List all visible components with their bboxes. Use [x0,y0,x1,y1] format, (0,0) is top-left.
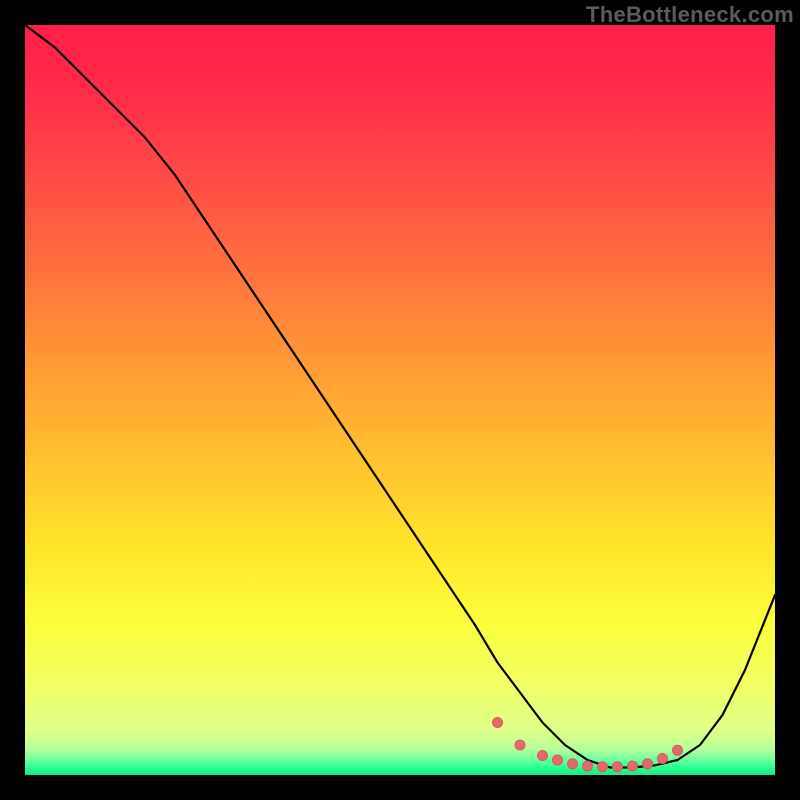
optimum-dot [553,755,563,765]
chart-frame: TheBottleneck.com [0,0,800,800]
optimum-dot [658,754,668,764]
optimum-dot [515,740,525,750]
optimum-dot [673,745,683,755]
optimum-dots [493,718,683,772]
bottleneck-curve [25,25,775,768]
curve-overlay [25,25,775,775]
plot-area [25,25,775,775]
optimum-dot [613,762,623,772]
optimum-dot [568,759,578,769]
optimum-dot [583,761,593,771]
optimum-dot [538,751,548,761]
optimum-dot [628,761,638,771]
optimum-dot [643,759,653,769]
optimum-dot [493,718,503,728]
optimum-dot [598,762,608,772]
watermark-text: TheBottleneck.com [586,2,794,28]
